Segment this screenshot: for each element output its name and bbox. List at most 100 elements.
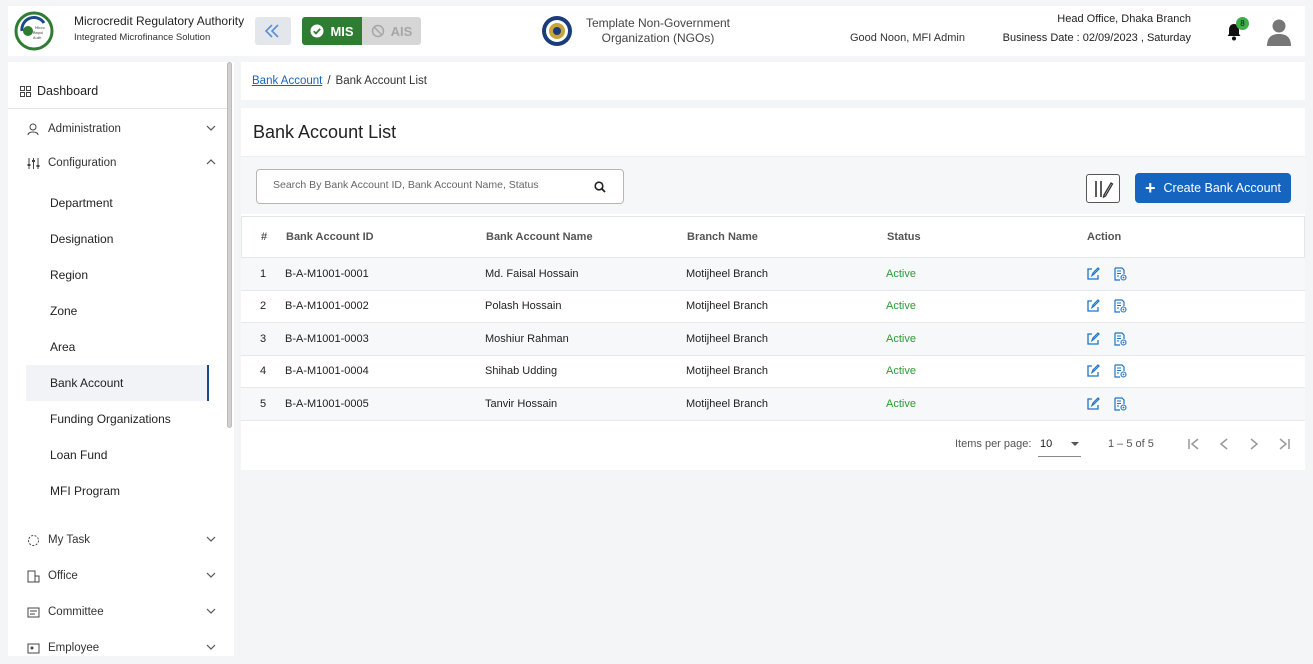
edit-icon[interactable]	[1086, 299, 1100, 313]
double-chevron-left-icon	[264, 24, 279, 38]
sidebar: Dashboard Administration Configuration D…	[8, 62, 234, 656]
search-icon[interactable]	[594, 181, 606, 193]
svg-text:Micro: Micro	[35, 26, 45, 30]
user-gear-icon	[26, 122, 40, 136]
view-details-icon[interactable]	[1113, 267, 1127, 281]
edit-icon[interactable]	[1086, 364, 1100, 378]
bank-account-name: Moshiur Rahman	[485, 332, 569, 345]
column-header-status[interactable]: Status	[887, 217, 921, 257]
column-settings-button[interactable]	[1086, 174, 1120, 203]
last-page-icon	[1279, 438, 1290, 450]
chevron-right-icon	[1250, 438, 1259, 450]
view-details-icon[interactable]	[1113, 364, 1127, 378]
column-edit-icon	[1095, 180, 1114, 198]
breadcrumb-current: Bank Account List	[335, 75, 427, 87]
edit-icon[interactable]	[1086, 396, 1100, 411]
paginator: Items per page: 10 1 – 5 of 5	[241, 420, 1305, 470]
view-details-icon[interactable]	[1113, 397, 1127, 411]
sidebar-item-loan-fund[interactable]: Loan Fund	[26, 437, 209, 473]
table-row: 2 B-A-M1001-0002 Polash Hossain Motijhee…	[241, 290, 1305, 323]
sidebar-menu-label: Committee	[48, 606, 104, 618]
sidebar-menu-label: Administration	[48, 123, 121, 135]
breadcrumb-separator: /	[327, 75, 331, 87]
table-header: # Bank Account ID Bank Account Name Bran…	[241, 216, 1305, 258]
mra-logo: Micro Regul Auth	[14, 11, 54, 51]
view-details-icon[interactable]	[1113, 299, 1127, 313]
status-badge: Active	[886, 397, 916, 410]
sidebar-item-funding-organizations[interactable]: Funding Organizations	[26, 401, 209, 437]
first-page-icon	[1188, 438, 1199, 450]
breadcrumb: Bank Account / Bank Account List	[241, 62, 1305, 100]
table-row: 3 B-A-M1001-0003 Moshiur Rahman Motijhee…	[241, 323, 1305, 356]
sidebar-item-zone[interactable]: Zone	[26, 293, 209, 329]
edit-icon[interactable]	[1086, 266, 1100, 281]
column-header-bank-account-id[interactable]: Bank Account ID	[286, 217, 374, 257]
brand-title: Microcredit Regulatory Authority	[74, 14, 245, 28]
bank-account-name: Shihab Udding	[485, 365, 558, 378]
items-per-page-label: Items per page:	[955, 438, 1032, 450]
status-badge: Active	[886, 300, 916, 313]
svg-text:Regul: Regul	[33, 31, 43, 35]
create-bank-account-button[interactable]: + Create Bank Account	[1135, 173, 1291, 203]
sidebar-item-label: Dashboard	[37, 84, 99, 98]
first-page-button[interactable]	[1186, 436, 1202, 452]
sidebar-scrollbar[interactable]	[227, 62, 232, 428]
chevron-up-icon	[206, 159, 216, 165]
next-page-button[interactable]	[1246, 436, 1262, 452]
column-header-bank-account-name[interactable]: Bank Account Name	[486, 217, 593, 257]
greeting-text: Good Noon, MFI Admin	[850, 32, 965, 44]
caret-down-icon	[1071, 442, 1079, 446]
column-header-branch-name[interactable]: Branch Name	[687, 217, 758, 257]
sidebar-item-bank-account[interactable]: Bank Account	[26, 365, 209, 401]
brand-subtitle: Integrated Microfinance Solution	[74, 32, 211, 43]
row-actions	[1086, 388, 1127, 420]
edit-icon[interactable]	[1086, 331, 1100, 346]
sidebar-menu-committee[interactable]: Committee	[26, 600, 216, 624]
bank-account-name: Tanvir Hossain	[485, 397, 558, 410]
row-actions	[1086, 323, 1127, 355]
table-row: 1 B-A-M1001-0001 Md. Faisal Hossain Moti…	[241, 258, 1305, 291]
sidebar-item-mfi-program[interactable]: MFI Program	[26, 473, 209, 509]
create-button-label: Create Bank Account	[1163, 181, 1281, 195]
items-per-page-select[interactable]: 10	[1038, 431, 1081, 457]
sidebar-menu-employee[interactable]: Employee	[26, 636, 216, 656]
sidebar-item-area[interactable]: Area	[26, 329, 209, 365]
search-input[interactable]	[273, 179, 583, 191]
chevron-down-icon	[206, 536, 216, 542]
sidebar-menu-label: Configuration	[48, 157, 117, 169]
sidebar-item-dashboard[interactable]: Dashboard	[8, 74, 227, 109]
grid-icon	[20, 85, 31, 97]
sidebar-collapse-button[interactable]	[255, 17, 291, 45]
sidebar-item-department[interactable]: Department	[26, 185, 209, 221]
branch-name: Motijheel Branch	[686, 332, 768, 345]
last-page-button[interactable]	[1276, 436, 1292, 452]
sidebar-item-region[interactable]: Region	[26, 257, 209, 293]
chevron-left-icon	[1219, 438, 1228, 450]
sidebar-menu-administration[interactable]: Administration	[26, 117, 216, 141]
sidebar-item-designation[interactable]: Designation	[26, 221, 209, 257]
ais-toggle-button[interactable]: AIS	[362, 17, 421, 45]
row-number: 5	[259, 397, 267, 410]
row-number: 3	[259, 332, 267, 345]
mis-toggle-button[interactable]: MIS	[302, 17, 362, 45]
row-actions	[1086, 291, 1127, 323]
breadcrumb-link-bank-account[interactable]: Bank Account	[252, 75, 322, 87]
committee-icon	[26, 605, 40, 619]
view-details-icon[interactable]	[1113, 332, 1127, 346]
mis-label: MIS	[330, 23, 354, 39]
bank-account-id: B-A-M1001-0003	[285, 332, 369, 345]
row-actions	[1086, 258, 1127, 290]
sidebar-menu-configuration[interactable]: Configuration	[26, 151, 216, 175]
bank-account-id: B-A-M1001-0001	[285, 267, 369, 280]
org-seal-icon	[542, 16, 572, 46]
bank-account-id: B-A-M1001-0002	[285, 300, 369, 313]
sidebar-menu-office[interactable]: Office	[26, 564, 216, 588]
branch-name: Motijheel Branch	[686, 267, 768, 280]
user-avatar-icon[interactable]	[1266, 18, 1292, 46]
bank-account-id: B-A-M1001-0004	[285, 365, 369, 378]
previous-page-button[interactable]	[1216, 436, 1232, 452]
plus-icon: +	[1145, 178, 1156, 198]
spinner-icon	[26, 533, 40, 547]
branch-name: Motijheel Branch	[686, 365, 768, 378]
sidebar-menu-my-task[interactable]: My Task	[26, 528, 216, 552]
